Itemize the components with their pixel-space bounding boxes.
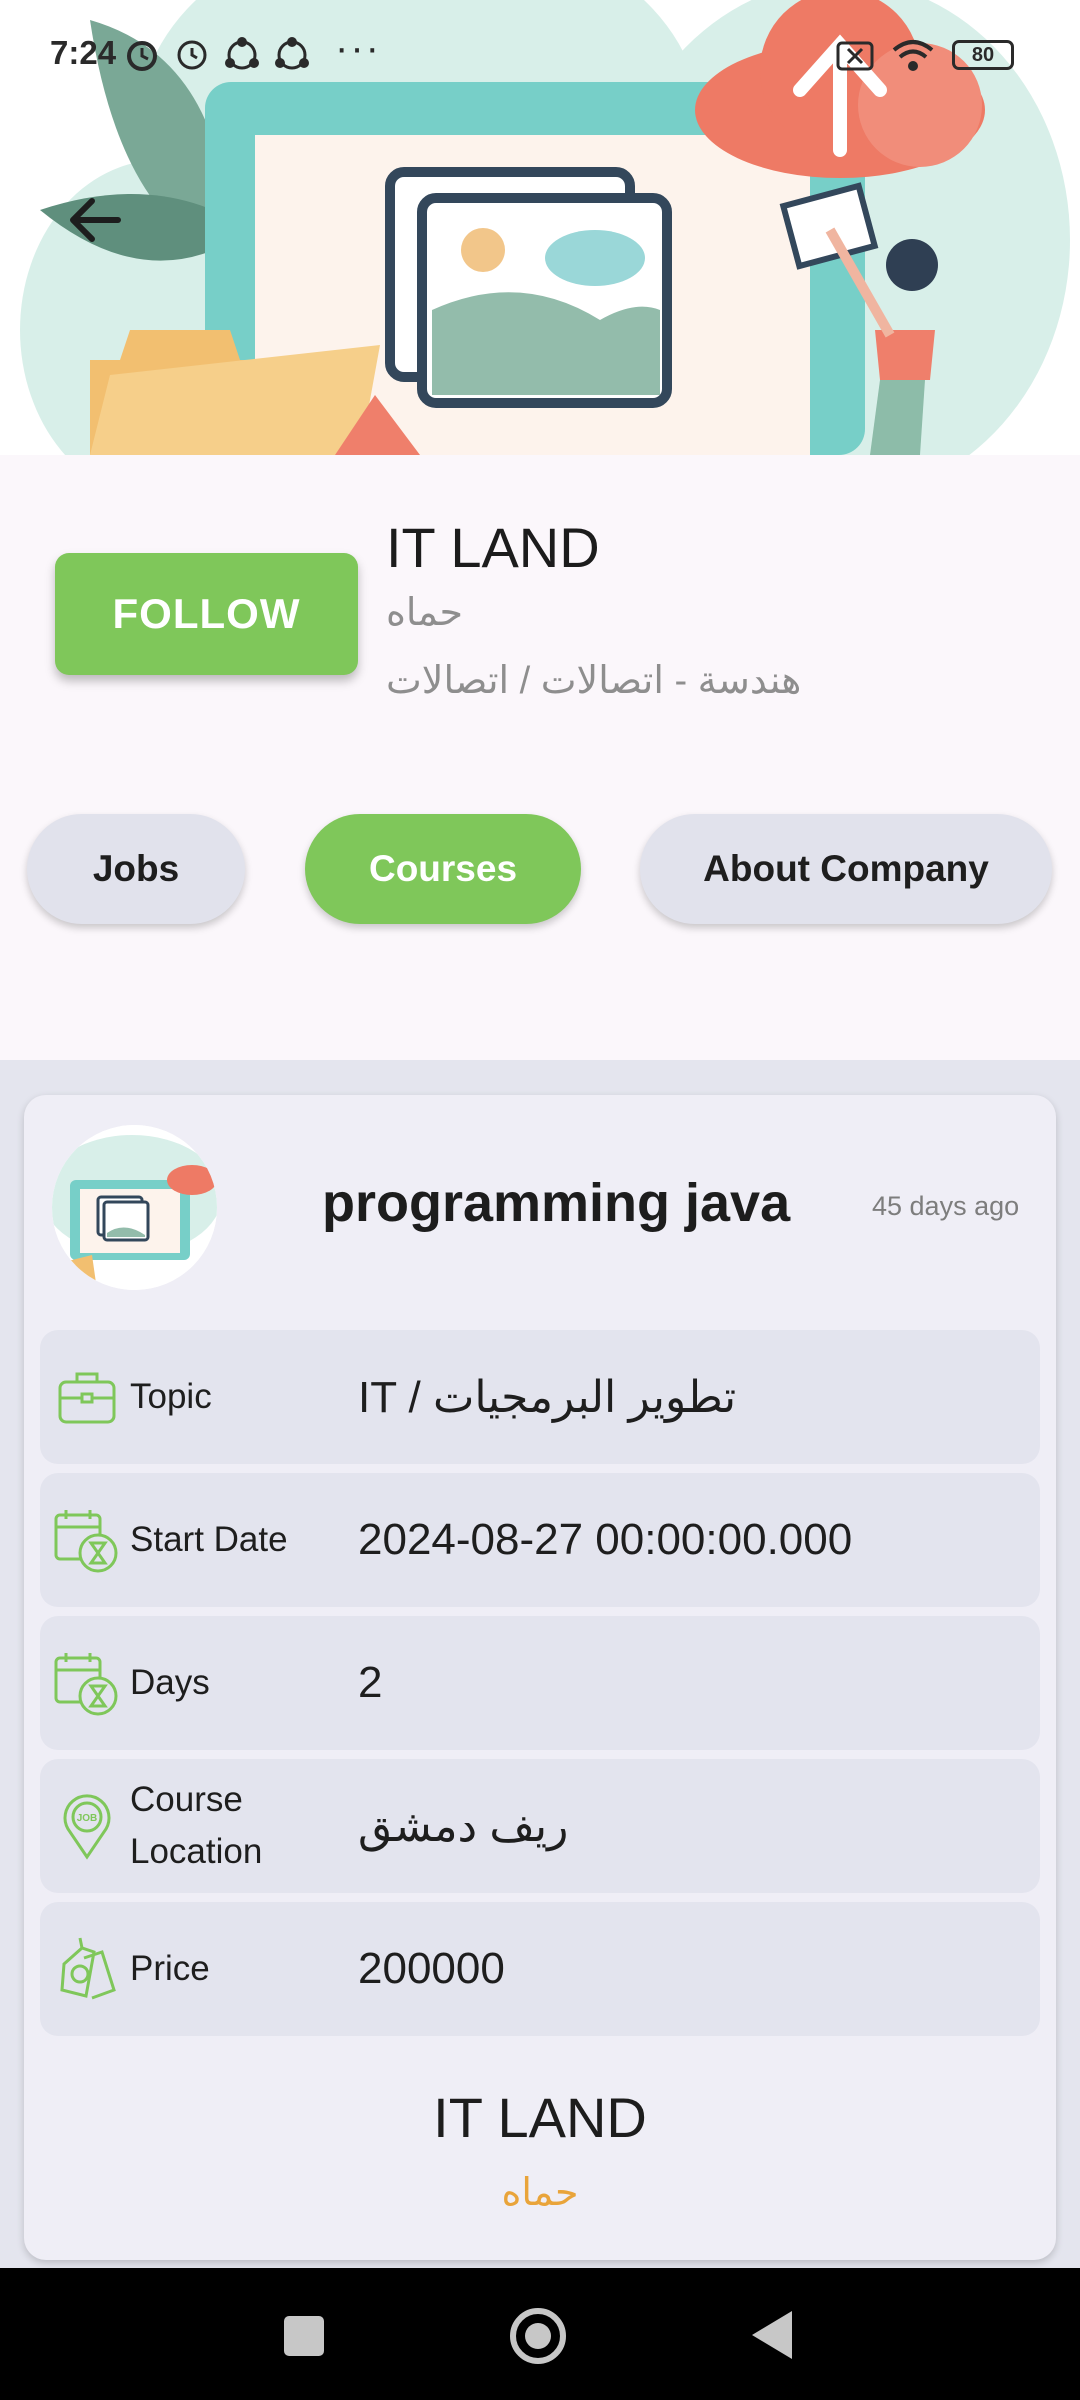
row-label: Start Date	[130, 1520, 288, 1559]
row-value: 2024-08-27 00:00:00.000	[358, 1515, 853, 1564]
course-detail-row-location: JOB Course Location ريف دمشق	[40, 1759, 1040, 1893]
course-provider-name: IT LAND	[433, 2086, 647, 2149]
course-detail-row-start-date: Start Date 2024-08-27 00:00:00.000	[40, 1473, 1040, 1607]
row-value: 2	[358, 1658, 383, 1707]
company-name: IT LAND	[386, 516, 600, 579]
row-value: ريف دمشق	[358, 1801, 569, 1851]
price-tag-icon	[60, 1937, 116, 2000]
row-value: IT / تطوير البرمجيات	[358, 1372, 737, 1422]
follow-button[interactable]: FOLLOW	[55, 553, 358, 675]
recent-apps-button[interactable]	[284, 2316, 324, 2356]
home-button[interactable]	[510, 2308, 566, 2364]
row-label: Topic	[130, 1377, 212, 1416]
tab-about-company[interactable]: About Company	[640, 814, 1052, 924]
calendar-hourglass-icon	[54, 1653, 118, 1716]
sync-icon	[225, 37, 259, 70]
clock-icon	[177, 40, 207, 70]
briefcase-icon	[58, 1372, 116, 1424]
course-title: programming java	[322, 1173, 791, 1233]
system-back-button[interactable]	[752, 2311, 792, 2359]
course-posted-time: 45 days ago	[872, 1191, 1020, 1221]
battery-level: 80	[971, 43, 995, 66]
no-sim-icon	[836, 41, 874, 71]
svg-text:JOB: JOB	[77, 1813, 98, 1824]
company-category: هندسة - اتصالات / اتصالات	[386, 660, 802, 702]
battery-icon: 80	[952, 40, 1014, 70]
alarm-icon	[127, 41, 157, 71]
row-label: Price	[130, 1949, 210, 1988]
row-value: 200000	[358, 1944, 505, 1993]
company-city: حماه	[386, 592, 463, 634]
job-location-pin-icon: JOB	[63, 1794, 111, 1860]
sync-icon	[275, 37, 309, 70]
course-thumbnail	[52, 1125, 217, 1290]
course-thumbnail-image	[52, 1125, 217, 1290]
row-label: Days	[130, 1663, 210, 1702]
status-time: 7:24	[50, 34, 117, 71]
course-detail-row-topic: Topic IT / تطوير البرمجيات	[40, 1330, 1040, 1464]
course-provider-city: حماه	[501, 2172, 579, 2214]
wifi-icon	[892, 40, 934, 71]
back-arrow-icon[interactable]	[60, 185, 130, 255]
course-detail-row-price: Price 200000	[40, 1902, 1040, 2036]
calendar-hourglass-icon	[54, 1510, 118, 1573]
row-label: Course Location	[130, 1780, 263, 1871]
tab-courses[interactable]: Courses	[305, 814, 581, 924]
more-notifications-icon: ···	[335, 26, 381, 70]
status-bar: 7:24 ··· 80	[0, 0, 1080, 110]
course-detail-row-days: Days 2	[40, 1616, 1040, 1750]
tab-jobs[interactable]: Jobs	[27, 814, 245, 924]
